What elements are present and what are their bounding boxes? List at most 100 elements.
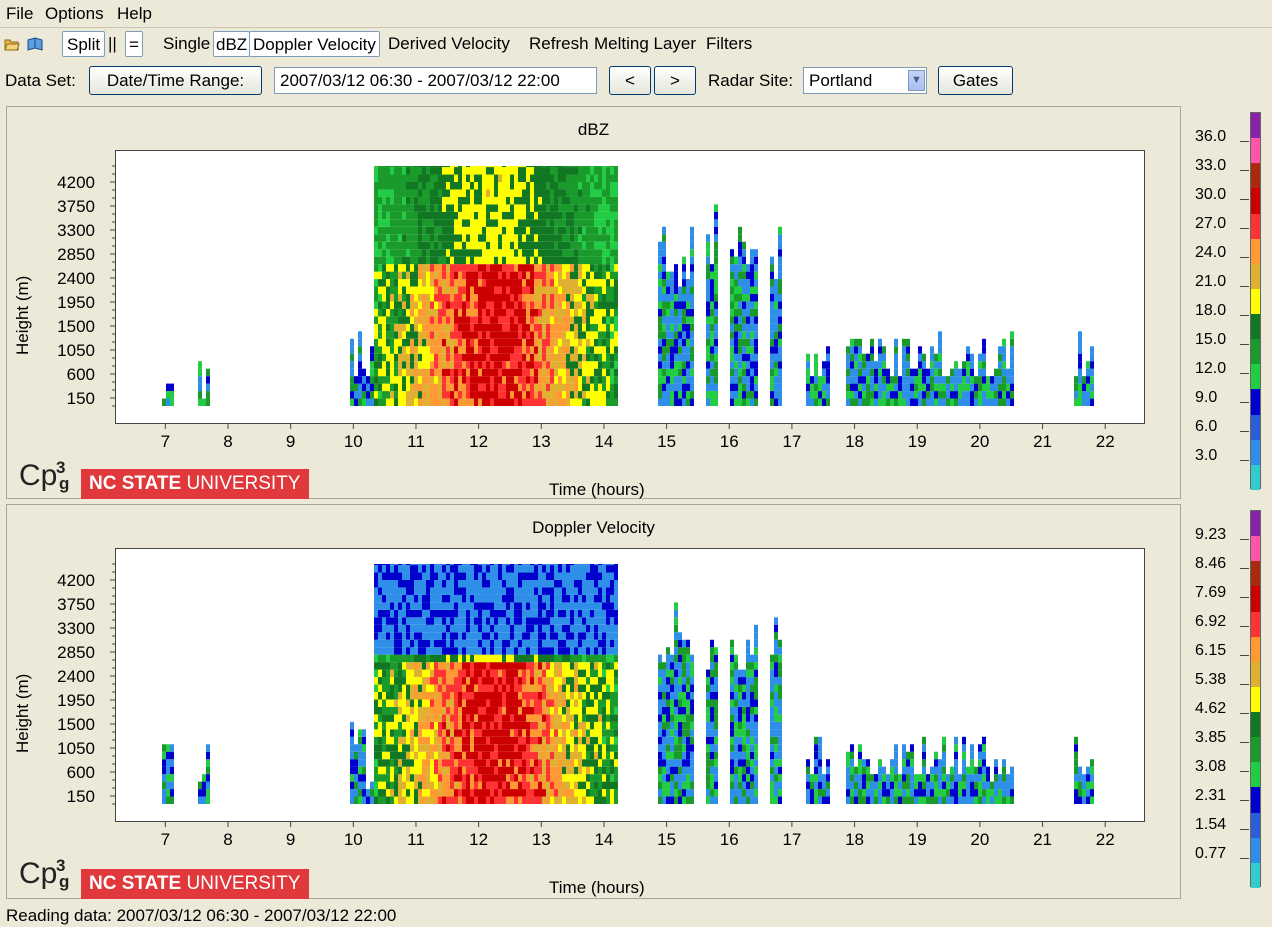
echo-cell [566,692,570,700]
gates-button[interactable]: Gates [938,66,1013,95]
echo-cell [490,331,494,339]
datetime-range-button[interactable]: Date/Time Range: [89,66,262,95]
single-button[interactable]: Single [163,31,210,57]
filters-button[interactable]: Filters [706,31,752,57]
echo-cell [970,398,974,406]
echo-cell [550,271,554,280]
echo-cell [438,301,442,309]
echo-cell [966,383,970,392]
menu-options[interactable]: Options [45,4,104,24]
echo-cell [530,204,534,212]
echo-cell [462,346,466,354]
menu-file[interactable]: File [6,4,33,24]
dbz-plot-area[interactable]: 7 8 9 10 11 12 13 14 15 16 17 18 19 20 21 22 150 600 1050 1… [57,150,1145,451]
echo-cell [442,602,446,610]
echo-cell [558,721,562,730]
echo-cell [206,781,210,790]
echo-cell [546,338,550,347]
chevron-down-icon[interactable]: ▼ [908,70,925,91]
prev-button[interactable]: < [609,66,651,95]
echo-cell [522,729,526,737]
echo-cell [594,736,598,745]
radar-site-select[interactable]: Portland ▼ [803,67,927,94]
echo-cell [526,226,530,235]
echo-cell [422,774,426,782]
echo-cell [378,166,382,168]
echo-cell [514,602,518,610]
refresh-button[interactable]: Refresh [529,31,589,57]
doppler-plot-area[interactable]: 7 8 9 10 11 12 13 14 15 16 17 18 19 20 21 22 150 600 1050 1… [57,548,1145,849]
open-folder-icon[interactable] [4,36,20,52]
echo-cell [490,759,494,767]
equal-button[interactable]: = [125,31,143,57]
echo-cell [522,204,526,212]
echo-cell [674,308,678,317]
echo-cell [602,766,606,775]
echo-cell [374,166,378,168]
echo-cell [658,353,662,362]
echo-cell [442,182,446,190]
book-icon[interactable] [26,36,44,52]
echo-cell [386,241,390,250]
echo-cell [546,174,550,182]
derived-velocity-button[interactable]: Derived Velocity [388,31,510,57]
echo-cell [446,699,450,707]
echo-cell [586,736,590,745]
echo-cell [386,669,390,678]
echo-cell [374,286,378,294]
doppler-panel: Doppler Velocity 7 8 9 10 11 12 13 14 15 16 17 18 19… [6,504,1181,899]
dbz-button[interactable]: dBZ [213,31,251,57]
echo-cell [382,580,386,588]
echo-cell [526,721,530,730]
echo-cell [602,692,606,700]
echo-cell [462,699,466,707]
melting-layer-button[interactable]: Melting Layer [594,31,696,57]
echo-cell [418,706,422,715]
echo-cell [918,346,922,354]
echo-cell [446,308,450,317]
echo-cell [546,774,550,782]
echo-cell [446,602,450,610]
echo-cell [394,308,398,317]
echo-cell [578,699,582,707]
echo-cell [534,736,538,745]
echo-cell [386,587,390,595]
echo-cell [482,264,486,272]
echo-cell [474,219,478,227]
split-button[interactable]: Split [62,31,106,57]
echo-cell [710,294,714,302]
echo-cell [402,196,406,205]
echo-cell [682,294,686,302]
echo-cell [422,699,426,707]
echo-cell [498,241,502,250]
echo-cell [170,774,174,782]
echo-cell [422,383,426,392]
echo-cell [450,714,454,722]
echo-cell [450,368,454,377]
echo-cell [378,234,382,242]
datetime-range-field[interactable]: 2007/03/12 06:30 - 2007/03/12 22:00 [274,67,597,94]
echo-cell [454,204,458,212]
echo-cell [526,692,530,700]
echo-cell [374,624,378,633]
echo-cell [470,219,474,227]
echo-cell [378,684,382,692]
echo-cell [486,279,490,287]
menu-help[interactable]: Help [117,4,152,24]
echo-cell [418,662,422,670]
echo-cell [514,219,518,227]
echo-cell [394,617,398,625]
next-button[interactable]: > [654,66,696,95]
parallel-button[interactable]: || [108,31,117,57]
echo-cell [478,271,482,280]
echo-cell [742,271,746,280]
echo-cell [454,346,458,354]
echo-cell [162,744,166,752]
echo-cell [582,323,586,332]
echo-cell [390,189,394,197]
echo-cell [486,264,490,272]
echo-cell [478,774,482,782]
echo-cell [426,789,430,797]
echo-cell [582,789,586,797]
doppler-velocity-button[interactable]: Doppler Velocity [249,31,380,57]
